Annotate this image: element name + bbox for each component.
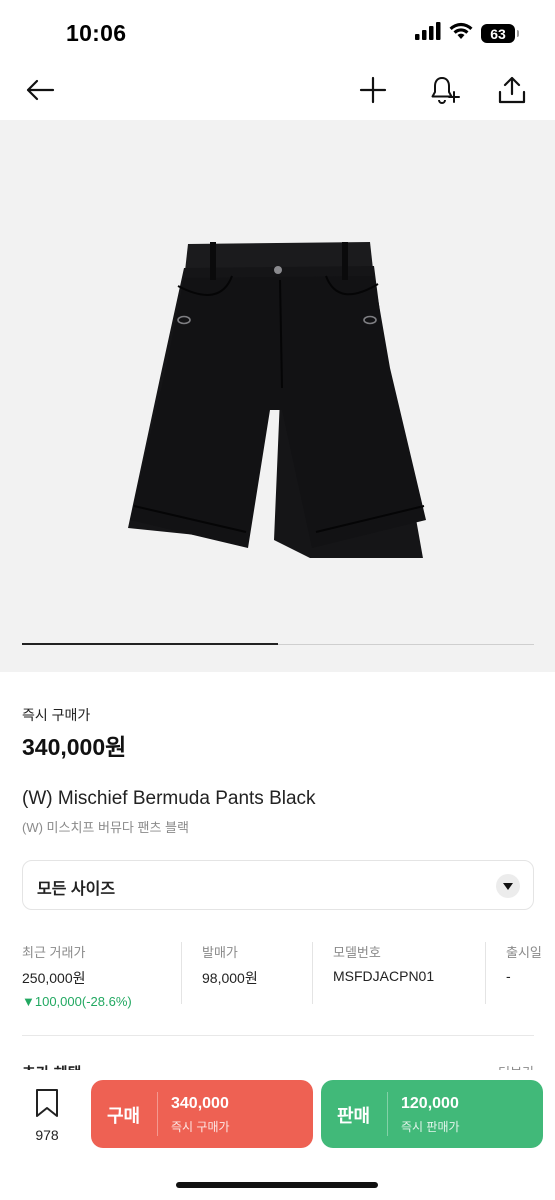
- sell-label: 판매: [337, 1106, 371, 1126]
- info-label: 발매가: [202, 945, 238, 960]
- button-separator: [387, 1092, 388, 1136]
- bookmark-icon: [34, 1088, 60, 1123]
- price-change: ▼100,000(-28.6%): [22, 994, 132, 1009]
- back-arrow-icon[interactable]: [20, 70, 60, 110]
- size-select[interactable]: 모든 사이즈: [22, 860, 534, 910]
- size-select-label: 모든 사이즈: [37, 881, 116, 898]
- price-label: 즉시 구매가: [22, 707, 91, 723]
- wishlist-count: 978: [35, 1127, 59, 1143]
- product-title: (W) Mischief Bermuda Pants Black: [22, 788, 316, 809]
- sell-price: 120,000: [401, 1095, 459, 1112]
- share-icon[interactable]: [492, 70, 532, 110]
- button-separator: [157, 1092, 158, 1136]
- info-value: 250,000원: [22, 970, 86, 986]
- info-value: -: [506, 968, 511, 984]
- status-bar: 10:06 63: [0, 0, 555, 64]
- wishlist-button[interactable]: 978: [24, 1088, 70, 1143]
- info-recent-price: 최근 거래가 250,000원 ▼100,000(-28.6%): [22, 942, 132, 1009]
- status-time: 10:06: [66, 20, 127, 46]
- info-value: 98,000원: [202, 970, 258, 986]
- product-image-gallery[interactable]: [0, 120, 555, 672]
- plus-icon[interactable]: [353, 70, 393, 110]
- info-label: 출시일: [506, 945, 542, 960]
- chevron-down-icon: [496, 874, 520, 898]
- app-header: [0, 64, 555, 120]
- buy-price: 340,000: [171, 1095, 229, 1112]
- info-label: 최근 거래가: [22, 945, 86, 960]
- buy-button[interactable]: 구매 340,000 즉시 구매가: [91, 1080, 313, 1148]
- gallery-progress-track: [22, 643, 534, 645]
- buy-label: 구매: [107, 1106, 141, 1126]
- product-image: [128, 242, 426, 558]
- battery-icon: 63: [481, 24, 519, 43]
- bottom-action-bar: 978 구매 340,000 즉시 구매가 판매 120,000 즉시 판매가: [0, 1070, 555, 1200]
- info-divider: [312, 942, 313, 1004]
- info-divider: [485, 942, 486, 1004]
- gallery-progress-fill: [22, 643, 278, 645]
- battery-level: 63: [490, 25, 506, 42]
- price-value: 340,000원: [22, 734, 127, 760]
- product-subtitle: (W) 미스치프 버뮤다 팬츠 블랙: [22, 820, 189, 835]
- info-release-date: 출시일 -: [506, 942, 555, 990]
- status-icons: 63: [415, 22, 519, 45]
- buy-sub-label: 즉시 구매가: [171, 1120, 230, 1134]
- section-divider: [22, 1035, 534, 1036]
- home-indicator[interactable]: [176, 1182, 378, 1188]
- info-label: 모델번호: [333, 945, 381, 960]
- info-value: MSFDJACPN01: [333, 968, 435, 984]
- info-release-price: 발매가 98,000원: [202, 942, 258, 994]
- wifi-icon: [449, 22, 473, 45]
- bell-plus-icon[interactable]: [424, 70, 464, 110]
- sell-button[interactable]: 판매 120,000 즉시 판매가: [321, 1080, 543, 1148]
- signal-icon: [415, 22, 441, 45]
- sell-sub-label: 즉시 판매가: [401, 1120, 460, 1134]
- info-model-number: 모델번호 MSFDJACPN01: [333, 942, 434, 990]
- info-divider: [181, 942, 182, 1004]
